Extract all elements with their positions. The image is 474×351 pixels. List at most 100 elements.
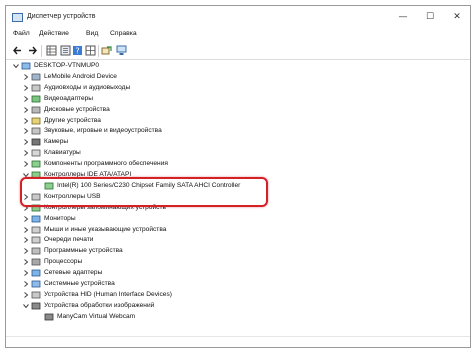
tree-category-item[interactable]: Другие устройства <box>6 116 470 126</box>
tree-category-item[interactable]: Устройства обработки изображений <box>6 301 470 311</box>
chevron-right-icon[interactable] <box>22 280 30 288</box>
chevron-down-icon[interactable] <box>12 62 20 70</box>
update-driver-icon[interactable] <box>101 45 112 56</box>
phone-icon <box>31 73 41 81</box>
tree-category-item[interactable]: Камеры <box>6 137 470 147</box>
tree-category-item[interactable]: Системные устройства <box>6 279 470 289</box>
tree-category-item[interactable]: LeMobile Android Device <box>6 72 470 82</box>
toolbar-separator <box>41 45 42 57</box>
device-manager-window: Диспетчер устройств — ☐ ✕ Файл Действие … <box>5 5 471 348</box>
computer-icon <box>21 62 31 70</box>
red-highlight-frame <box>20 177 268 207</box>
chevron-right-icon[interactable] <box>22 160 30 168</box>
back-arrow-icon[interactable] <box>12 45 23 56</box>
chevron-right-icon[interactable] <box>22 95 30 103</box>
category-label: Устройства обработки изображений <box>44 301 155 309</box>
properties-grid-icon[interactable] <box>46 45 57 56</box>
tree-category-item[interactable]: Аудиовходы и аудиовыходы <box>6 83 470 93</box>
keyboard-icon <box>31 149 41 157</box>
category-label: Видеоадаптеры <box>44 94 94 102</box>
minimize-button[interactable]: — <box>390 9 416 25</box>
menu-view[interactable]: Вид <box>86 30 98 37</box>
toolbar-separator <box>98 45 99 57</box>
disk-icon <box>31 106 41 113</box>
tree-category-item[interactable]: Процессоры <box>6 257 470 267</box>
system-device-icon <box>31 280 41 288</box>
chevron-down-icon[interactable] <box>22 302 30 310</box>
category-label: Клавиатуры <box>44 149 81 157</box>
camera-icon <box>31 138 41 146</box>
forward-arrow-icon[interactable] <box>27 45 38 56</box>
window-title: Диспетчер устройств <box>27 13 96 20</box>
network-adapter-icon <box>31 269 41 277</box>
tree-category-item[interactable]: Звуковые, игровые и видеоустройства <box>6 126 470 136</box>
category-label: Устройства HID (Human Interface Devices) <box>44 290 172 298</box>
chevron-right-icon[interactable] <box>22 106 30 114</box>
chevron-right-icon[interactable] <box>22 117 30 125</box>
tree-category-item[interactable]: Мыши и иные указывающие устройства <box>6 225 470 235</box>
display-adapter-icon <box>31 95 41 103</box>
tree-category-item[interactable]: Видеоадаптеры <box>6 94 470 104</box>
tree-device-item[interactable]: ManyCam Virtual Webcam <box>6 312 470 322</box>
unknown-device-icon <box>31 117 41 124</box>
category-label: Программные устройства <box>44 247 123 255</box>
tree-category-item[interactable]: Очереди печати <box>6 235 470 245</box>
software-device-icon <box>31 247 41 255</box>
status-bar <box>6 336 470 347</box>
printer-icon <box>31 236 41 244</box>
menu-file[interactable]: Файл <box>13 30 30 37</box>
chevron-right-icon[interactable] <box>22 215 30 223</box>
sound-icon <box>31 127 41 135</box>
tree-category-item[interactable]: Дисковые устройства <box>6 105 470 115</box>
close-button[interactable]: ✕ <box>444 9 470 25</box>
category-label: Компоненты программного обеспечения <box>44 160 168 168</box>
chevron-right-icon[interactable] <box>22 226 30 234</box>
device-label: ManyCam Virtual Webcam <box>57 312 136 320</box>
chevron-right-icon[interactable] <box>22 73 30 81</box>
resources-view-icon[interactable] <box>85 45 96 56</box>
speaker-icon <box>31 84 41 92</box>
category-label: LeMobile Android Device <box>44 72 117 80</box>
category-label: Аудиовходы и аудиовыходы <box>44 83 131 91</box>
chevron-right-icon[interactable] <box>22 291 30 299</box>
imaging-device-icon <box>31 302 41 310</box>
tree-root[interactable]: DESKTOP-VTNMUP0 <box>6 61 470 71</box>
software-component-icon <box>31 160 41 168</box>
chevron-right-icon[interactable] <box>22 258 30 266</box>
processor-icon <box>31 258 41 266</box>
list-view-icon[interactable] <box>60 45 71 56</box>
tree-category-item[interactable]: Программные устройства <box>6 246 470 256</box>
chevron-right-icon[interactable] <box>22 127 30 135</box>
chevron-right-icon[interactable] <box>22 236 30 244</box>
title-bar: Диспетчер устройств — ☐ ✕ <box>6 6 470 28</box>
maximize-button[interactable]: ☐ <box>417 9 443 25</box>
category-label: Камеры <box>44 138 69 146</box>
device-manager-app-icon <box>12 13 23 22</box>
help-icon[interactable]: ? <box>72 45 83 56</box>
chevron-right-icon[interactable] <box>22 138 30 146</box>
scan-hardware-icon[interactable] <box>116 45 127 56</box>
category-label: Дисковые устройства <box>44 105 110 113</box>
tree-category-item[interactable]: Клавиатуры <box>6 148 470 158</box>
category-label: Звуковые, игровые и видеоустройства <box>44 127 162 135</box>
chevron-right-icon[interactable] <box>22 269 30 277</box>
tree-category-item[interactable]: Устройства HID (Human Interface Devices) <box>6 290 470 300</box>
menu-bar: Файл Действие Вид Справка <box>6 28 470 41</box>
svg-text:?: ? <box>75 47 79 56</box>
mouse-icon <box>31 226 41 233</box>
category-label: Процессоры <box>44 258 83 266</box>
category-label: Мониторы <box>44 214 76 222</box>
chevron-right-icon[interactable] <box>22 149 30 157</box>
category-label: Мыши и иные указывающие устройства <box>44 225 167 233</box>
tree-category-item[interactable]: Сетевые адаптеры <box>6 268 470 278</box>
monitor-icon <box>31 215 41 222</box>
chevron-right-icon[interactable] <box>22 84 30 92</box>
menu-help[interactable]: Справка <box>110 30 137 37</box>
tree-category-item[interactable]: Мониторы <box>6 214 470 224</box>
category-label: Очереди печати <box>44 236 94 244</box>
hid-icon <box>31 291 41 299</box>
tree-category-item[interactable]: Компоненты программного обеспечения <box>6 159 470 169</box>
menu-action[interactable]: Действие <box>39 30 69 37</box>
category-label: Системные устройства <box>44 280 115 287</box>
chevron-right-icon[interactable] <box>22 247 30 255</box>
